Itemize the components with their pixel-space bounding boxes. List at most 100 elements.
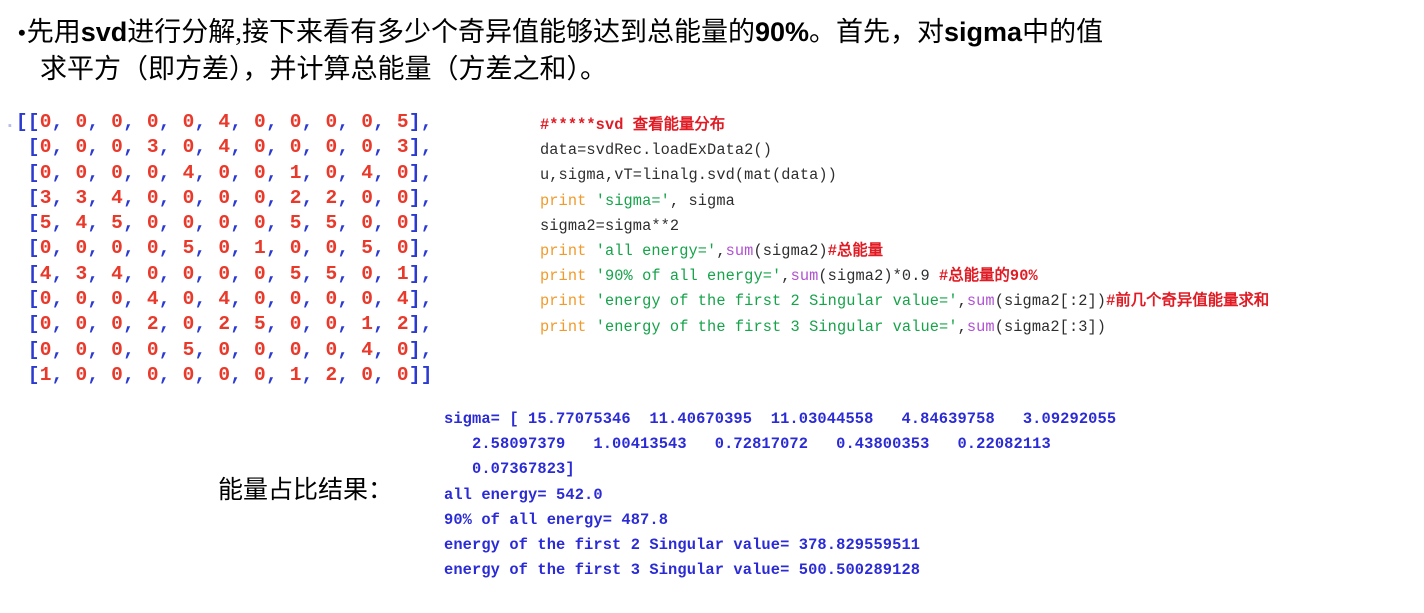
matrix-sep: , (158, 186, 183, 209)
matrix-cell: 0 (254, 186, 266, 209)
matrix-cell: 0 (325, 136, 338, 159)
code-token-plain: , (957, 317, 967, 336)
code-token-string: 'energy of the first 3 Singular value=' (595, 317, 958, 336)
matrix-cell: 4 (75, 212, 88, 235)
matrix-cell: 0 (289, 237, 302, 260)
slide-canvas: •先用svd进行分解,接下来看有多少个奇异值能够达到总能量的90%。首先，对si… (0, 0, 1424, 613)
matrix-cell: 0 (146, 363, 159, 386)
matrix-cell: 5 (325, 262, 338, 285)
matrix-cell: 5 (182, 338, 195, 361)
matrix-sep: , (373, 262, 397, 285)
console-output-line: all energy= 542.0 (444, 485, 603, 504)
matrix-row: [3, 3, 4, 0, 0, 0, 0, 2, 2, 0, 0], (4, 186, 433, 211)
matrix-sep: , (301, 111, 326, 133)
matrix-cell: 0 (75, 161, 88, 184)
matrix-cell: 0 (75, 338, 88, 361)
matrix-cell: 0 (146, 237, 159, 260)
title-run-2: 进行分解,接下来看有多少个奇异值能够达到总能量的 (127, 17, 755, 47)
matrix-sep: , (123, 288, 147, 311)
code-line: print '90% of all energy=',sum(sigma2)*0… (540, 264, 1269, 289)
matrix-row-close-bracket: ], (408, 161, 433, 184)
matrix-sep: , (194, 136, 219, 159)
matrix-cell: 4 (111, 262, 124, 285)
code-token-plain: u,sigma,vT=linalg.svd(mat(data)) (540, 166, 837, 185)
matrix-cell: 0 (182, 111, 195, 133)
matrix-cell: 0 (289, 111, 302, 133)
code-token-comment: #总能量 (827, 242, 884, 261)
matrix-row: .[[0, 0, 0, 0, 0, 4, 0, 0, 0, 0, 5], (4, 110, 433, 135)
title-run-1: svd (80, 17, 128, 47)
matrix-cell: 1 (361, 313, 374, 336)
matrix-sep: , (230, 186, 255, 209)
matrix-sep: , (51, 161, 76, 184)
matrix-row: [0, 0, 0, 0, 5, 0, 0, 0, 0, 4, 0], (4, 338, 433, 363)
code-line: #*****svd 查看能量分布 (540, 113, 1269, 138)
matrix-row-open-bracket: [ (4, 237, 40, 260)
matrix-cell: 2 (325, 363, 338, 386)
matrix-sep: , (301, 288, 326, 311)
matrix-sep: , (301, 161, 326, 184)
matrix-cell: 0 (396, 186, 409, 209)
matrix-sep: , (373, 237, 397, 260)
matrix-cell: 0 (146, 186, 159, 209)
matrix-sep: , (194, 363, 219, 386)
matrix-sep: , (230, 237, 255, 260)
matrix-cell: 0 (182, 186, 195, 209)
code-token-builtin: sum (790, 267, 819, 286)
title-line-1: •先用svd进行分解,接下来看有多少个奇异值能够达到总能量的90%。首先，对si… (18, 14, 1408, 51)
matrix-cell: 0 (289, 288, 302, 311)
matrix-sep: , (123, 136, 147, 159)
matrix-cell: 0 (396, 161, 409, 184)
matrix-sep: , (230, 262, 255, 285)
title-run-3: 90% (754, 17, 810, 47)
result-label: 能量占比结果： (218, 477, 394, 504)
matrix-sep: , (87, 161, 112, 184)
matrix-sep: , (51, 313, 76, 336)
matrix-cell: 5 (325, 212, 338, 235)
matrix-cell: 2 (396, 313, 409, 336)
code-token-plain: data=svdRec.loadExData2() (540, 141, 772, 160)
matrix-cell: 0 (75, 288, 88, 311)
matrix-cell: 0 (254, 136, 266, 159)
matrix-cell: 3 (39, 186, 52, 209)
matrix-sep: , (87, 212, 112, 235)
matrix-cell: 0 (182, 212, 195, 235)
matrix-sep: , (337, 338, 362, 361)
matrix-cell: 0 (325, 288, 338, 311)
matrix-sep: , (87, 237, 112, 260)
matrix-row: [0, 0, 0, 0, 5, 0, 1, 0, 0, 5, 0], (4, 236, 433, 261)
matrix-row-close-bracket: ], (408, 212, 433, 235)
matrix-cell: 3 (146, 136, 159, 159)
matrix-cell: 5 (39, 212, 52, 235)
matrix-sep: , (51, 186, 76, 209)
matrix-cell: 0 (254, 363, 266, 386)
matrix-cell: 0 (39, 111, 52, 133)
matrix-cell: 0 (111, 338, 124, 361)
matrix-row-close-bracket: ], (408, 338, 433, 361)
matrix-cell: 0 (325, 313, 338, 336)
matrix-cell: 3 (75, 186, 88, 209)
matrix-cell: 4 (361, 161, 374, 184)
matrix-sep: , (158, 363, 183, 386)
code-line: print 'energy of the first 3 Singular va… (540, 315, 1269, 340)
code-token-plain: (sigma2[:2]) (994, 292, 1107, 311)
matrix-cell: 0 (218, 212, 231, 235)
code-token-keyword: print (540, 242, 587, 261)
console-output-line: sigma= [ 15.77075346 11.40670395 11.0304… (444, 410, 1117, 428)
matrix-sep: , (265, 338, 290, 361)
matrix-cell: 0 (361, 186, 374, 209)
code-line: u,sigma,vT=linalg.svd(mat(data)) (540, 163, 1269, 188)
matrix-cell: 5 (182, 237, 195, 260)
console-output-line: 0.07367823] (444, 460, 575, 479)
matrix-cell: 5 (289, 212, 302, 235)
matrix-cell: 2 (325, 186, 338, 209)
matrix-cell: 0 (361, 212, 374, 235)
matrix-sep: , (87, 338, 112, 361)
matrix-sep: , (51, 111, 76, 133)
matrix-sep: , (123, 237, 147, 260)
matrix-cell: 0 (75, 136, 88, 159)
matrix-cell: 0 (111, 288, 124, 311)
matrix-cell: 5 (289, 262, 302, 285)
matrix-cell: 4 (218, 288, 231, 311)
matrix-sep: , (123, 313, 147, 336)
